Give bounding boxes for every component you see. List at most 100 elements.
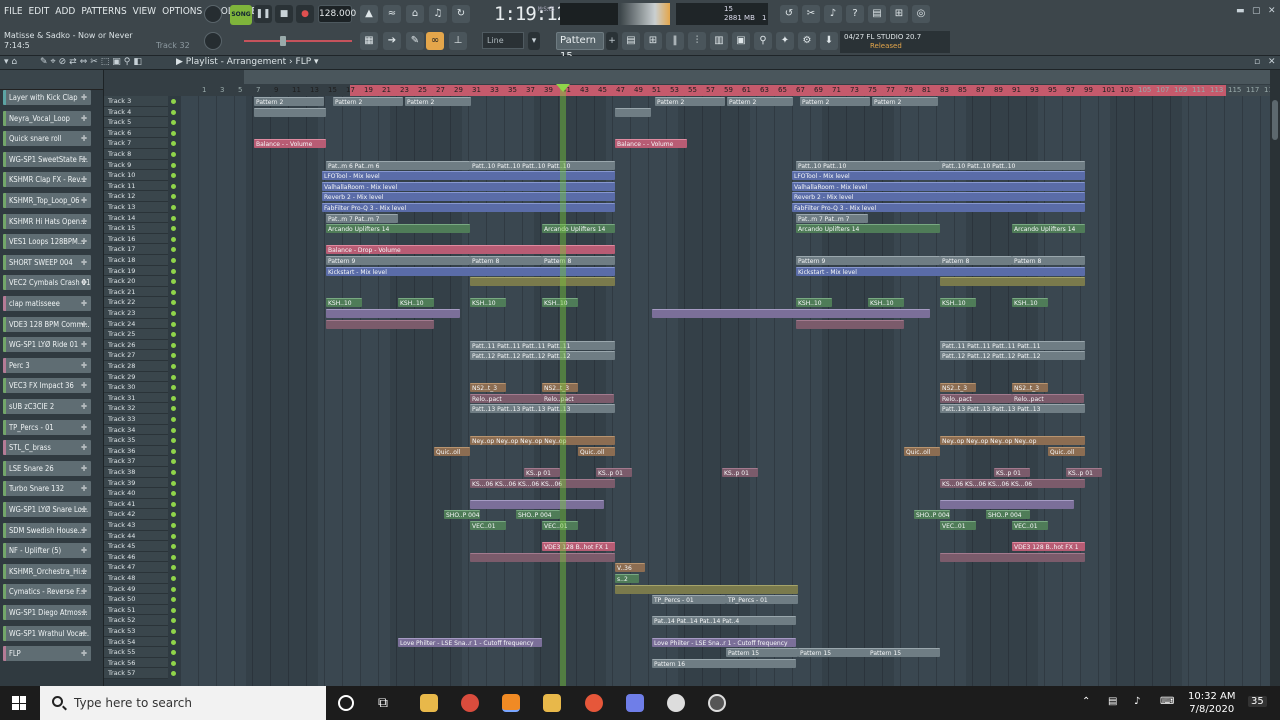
playlist-clip[interactable]: TP_Percs - 01 [652,595,726,605]
piano-icon[interactable]: ▥ [710,32,728,50]
pencil-icon[interactable]: ✎ [406,32,424,50]
playlist-clip[interactable]: Pattern 2 [872,97,938,106]
playlist-clip[interactable]: Pattern 2 [727,97,793,106]
song-mode-button[interactable]: SONG [230,5,252,25]
playlist-clip[interactable]: ValhallaRoom - Mix level [792,181,1085,191]
snap-selector[interactable]: Line [482,32,524,49]
track-mute-led[interactable] [171,427,176,433]
track-mute-led[interactable] [171,268,176,274]
playlist-clip[interactable] [254,107,326,117]
track-mute-led[interactable] [171,321,176,327]
playlist-clip[interactable]: FabFilter Pro-Q 3 - Mix level [322,203,615,212]
playlist-tools[interactable]: ✎⌖⊘⇄⇔✂⬚▣⚲◧ [40,57,145,67]
close-icon[interactable]: ✕ [1268,6,1276,16]
chain-icon[interactable]: ⚙ [798,32,816,50]
track-mute-led[interactable] [171,311,176,316]
track-header[interactable]: Track 52 [104,615,168,626]
track-header[interactable]: Track 19 [104,265,168,277]
track-header[interactable]: Track 51 [104,604,168,616]
playlist-clip[interactable]: Patt..10 Patt..10 [796,160,940,170]
track-mute-led[interactable] [171,629,176,634]
playlist-clip[interactable]: Balance - - Volume [254,139,326,149]
track-mute-led[interactable] [171,152,176,157]
track-header[interactable]: Track 12 [104,191,168,202]
playlist-clip[interactable]: Quic..oll [578,446,615,456]
playlist-clip[interactable]: Pat..m 6 Pat..m 6 [326,160,470,170]
playlist-clip[interactable]: SHO..P 004 [986,510,1030,520]
playlist-maximize-icon[interactable]: ▫ [1254,57,1260,67]
track-mute-led[interactable] [171,660,176,666]
menu-item-add[interactable]: ADD [55,6,75,17]
playlist-clip[interactable]: SHO..P 004 [516,510,560,520]
playlist-clip[interactable] [940,552,1085,562]
channel-item[interactable]: VES1 Loops 128BPM... [3,234,91,250]
chat-icon[interactable]: ◎ [912,5,930,23]
eq-icon[interactable]: ⫶ [688,32,706,50]
track-header[interactable]: Track 38 [104,467,168,478]
track-mute-led[interactable] [171,544,176,550]
pause-button[interactable]: ❚❚ [254,5,272,23]
playlist-clip[interactable]: Pattern 2 [254,97,324,106]
playlist-clip[interactable]: FabFilter Pro-Q 3 - Mix level [792,203,1085,212]
playlist-clip[interactable]: Arcando Uplifters 14 [796,224,940,234]
track-header[interactable]: Track 29 [104,371,168,383]
browser-icon[interactable]: ▣ [732,32,750,50]
channel-item[interactable]: KSHMR Hi Hats Open... [3,213,91,229]
track-mute-led[interactable] [171,247,176,253]
track-header[interactable]: Track 8 [104,149,168,160]
track-header[interactable]: Track 13 [104,202,168,213]
track-header[interactable]: Track 9 [104,159,168,171]
fl-studio-icon[interactable] [502,694,520,712]
channel-item[interactable]: VEC3 FX Impact 36 [3,378,91,394]
track-header[interactable]: Track 22 [104,297,168,308]
playlist-clip[interactable]: Balance - - Volume [615,139,687,149]
plugin-icon[interactable]: ⊞ [890,5,908,23]
channel-item[interactable]: WG-SP1 LYØ Snare Lo... [3,502,91,517]
playlist-clip[interactable]: Pattern 2 [800,97,870,106]
track-header[interactable]: Track 39 [104,477,168,489]
playlist-clip[interactable]: LFOTool - Mix level [322,171,615,181]
playlist-clip[interactable]: Pattern 8 [542,256,615,265]
track-header[interactable]: Track 48 [104,573,168,584]
track-header[interactable]: Track 24 [104,318,168,330]
playlist-clip[interactable]: Patt..10 Patt..10 Patt..10 [940,160,1085,170]
track-mute-led[interactable] [171,607,176,613]
track-header[interactable]: Track 56 [104,657,168,669]
stop-button[interactable]: ■ [275,5,293,23]
playlist-clip[interactable]: Pattern 8 [940,256,1012,265]
track-header[interactable]: Track 16 [104,233,168,245]
track-mute-led[interactable] [171,650,176,656]
menu-item-edit[interactable]: EDIT [29,6,50,17]
playlist-clip[interactable]: KS..p 01 [596,468,632,477]
playlist-clip[interactable]: KS...06 KS...06 KS...06 KS...06 [470,478,615,488]
download-icon[interactable]: ⬇ [820,32,838,50]
task-view-icon[interactable]: ⧉ [378,694,396,712]
track-mute-led[interactable] [171,523,176,528]
track-header[interactable]: Track 14 [104,212,168,224]
countdown-icon[interactable]: ⌂ [406,5,424,23]
track-header[interactable]: Track 37 [104,456,168,467]
playlist-clip[interactable] [615,584,798,594]
discord-icon[interactable] [626,694,644,712]
playlist-clip[interactable]: Relo..pact [542,393,614,403]
channel-item[interactable]: WG-SP1 Wrathul Voca... [3,625,91,641]
app-icon[interactable] [708,694,726,712]
taskbar-search[interactable]: Type here to search [40,686,326,720]
arrow-right-icon[interactable]: ➔ [383,32,401,50]
cut-icon[interactable]: ✂ [802,5,820,23]
stamp-icon[interactable]: ⊥ [449,32,467,50]
track-mute-led[interactable] [171,491,176,497]
track-mute-led[interactable] [171,512,176,518]
channel-item[interactable]: Perc 3 [3,357,91,373]
track-header[interactable]: Track 7 [104,138,168,149]
playlist-clip[interactable]: KS..p 01 [524,468,560,477]
playlist-clip[interactable]: Arcando Uplifters 14 [542,224,615,234]
piano-roll-icon[interactable]: ▦ [360,32,378,50]
playlist-clip[interactable]: Arcando Uplifters 14 [1012,224,1085,234]
track-mute-led[interactable] [171,342,176,348]
channel-item[interactable]: SHORT SWEEP 004 [3,254,91,270]
playhead-marker[interactable] [556,84,570,92]
menu-item-file[interactable]: FILE [4,6,23,17]
playlist-clip[interactable]: LFOTool - Mix level [792,171,1085,181]
windows-start-icon[interactable] [12,696,26,710]
